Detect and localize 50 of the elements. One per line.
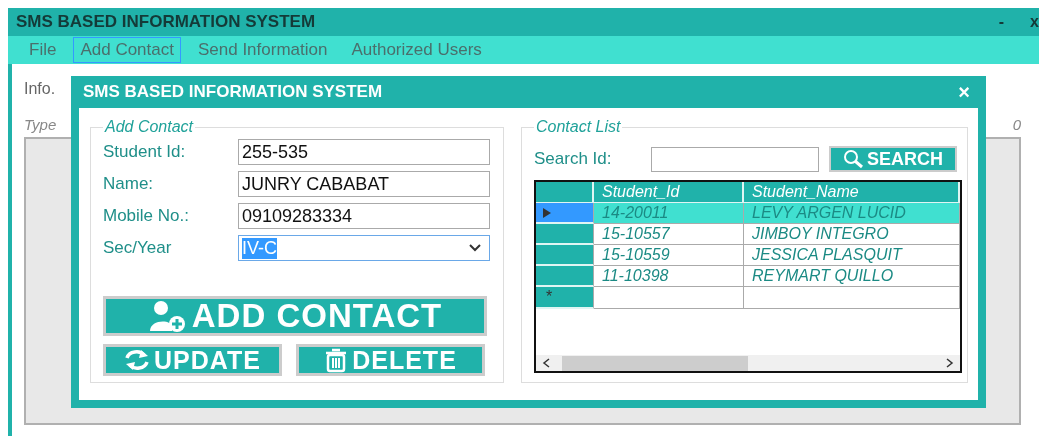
menu-item[interactable]: File: [22, 37, 64, 63]
window-control[interactable]: -: [998, 13, 1005, 31]
dropdown-field[interactable]: IV-C: [238, 235, 490, 261]
row-header[interactable]: [536, 203, 594, 224]
field-label: Student Id:: [103, 142, 187, 162]
field-label: Mobile No.:: [103, 206, 190, 226]
corner-header: [536, 182, 594, 203]
field-label: Name:: [103, 174, 155, 194]
input-field[interactable]: 255-535: [238, 139, 490, 165]
info-label: Info.: [24, 80, 56, 98]
new-row-marker: *: [536, 287, 594, 309]
table-cell: LEVY ARGEN LUCID: [744, 203, 960, 224]
field-label: Sec/Year: [103, 238, 173, 258]
scroll-right-icon: [946, 358, 954, 368]
close-button[interactable]: ×: [958, 80, 970, 104]
update-button[interactable]: UPDATE: [103, 344, 282, 376]
menu-item[interactable]: Add Contact: [73, 37, 181, 63]
scroll-left-icon: [542, 358, 550, 368]
table-cell: 15-10559: [594, 245, 744, 266]
search-label: Search Id:: [534, 149, 613, 169]
trash-icon: [324, 347, 349, 373]
window-title: SMS BASED INFORMATION SYSTEM: [16, 12, 317, 32]
chevron-icon: [469, 244, 481, 252]
delete-button[interactable]: DELETE: [296, 344, 485, 376]
column-header[interactable]: Student_Name: [744, 182, 960, 203]
menu-item[interactable]: Send Information: [190, 37, 335, 63]
type-label: Type: [24, 116, 57, 133]
column-header[interactable]: Student_Id: [594, 182, 744, 203]
current-row-icon: [542, 206, 552, 219]
count-label: 0: [1012, 116, 1021, 133]
horizontal-scrollbar[interactable]: [536, 355, 960, 371]
table-cell: 15-10557: [594, 224, 744, 245]
add-contact-button[interactable]: ADD CONTACT: [103, 296, 487, 336]
table-cell: 14-20011: [594, 203, 744, 224]
add-user-icon: [147, 299, 188, 333]
input-field[interactable]: 09109283334: [238, 203, 490, 229]
window-control[interactable]: x: [1030, 13, 1039, 31]
table-cell: REYMART QUILLO: [744, 266, 960, 287]
input-field[interactable]: JUNRY CABABAT: [238, 171, 490, 197]
dialog-title: SMS BASED INFORMATION SYSTEM: [83, 82, 384, 102]
refresh-icon: [124, 348, 151, 372]
search-button[interactable]: SEARCH: [829, 146, 957, 172]
table-cell: JIMBOY INTEGRO: [744, 224, 960, 245]
table-cell: JESSICA PLASQUIT: [744, 245, 960, 266]
search-field[interactable]: [651, 146, 819, 172]
table-cell: 11-10398: [594, 266, 744, 287]
menu-item[interactable]: Authorized Users: [344, 37, 489, 63]
group-title: Contact List: [535, 118, 622, 136]
search-icon: [843, 149, 865, 169]
group-title: Add Contact: [103, 118, 195, 136]
